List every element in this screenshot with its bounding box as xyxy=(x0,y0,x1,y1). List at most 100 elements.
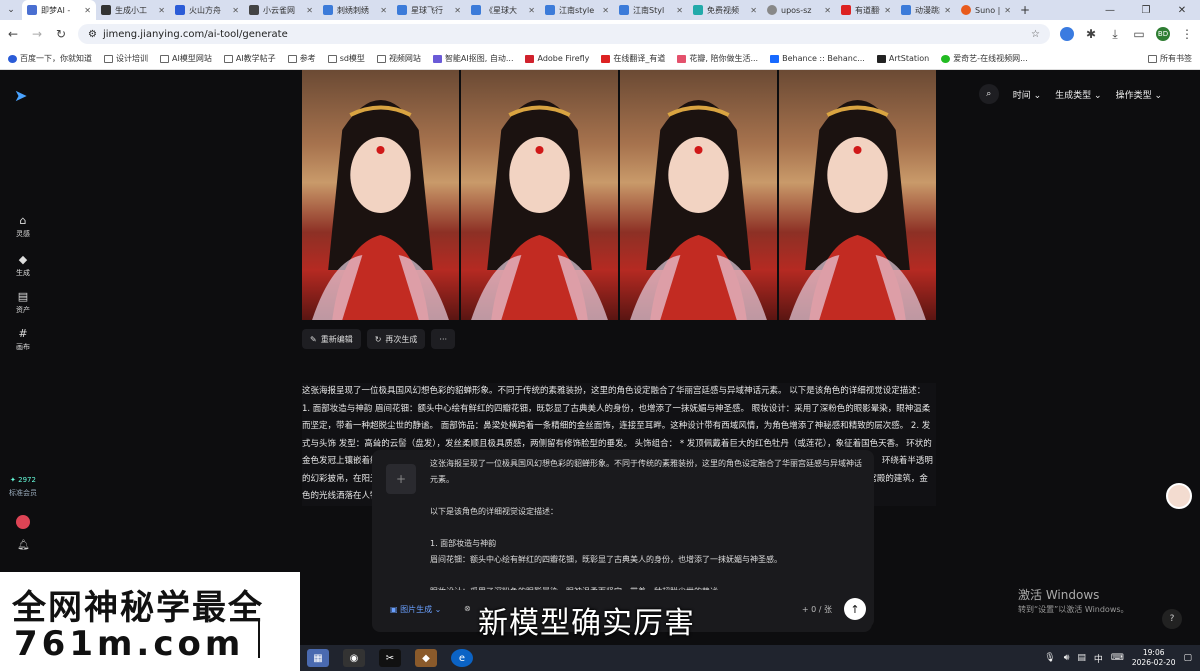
taskbar-app-icon[interactable]: ▦ xyxy=(307,649,329,667)
close-icon[interactable]: ✕ xyxy=(232,6,239,15)
tab-item[interactable]: 有道翻译 ✕ xyxy=(836,0,896,20)
send-button[interactable]: ↑ xyxy=(844,598,866,620)
tab-jimeng[interactable]: 即梦AI - ✕ xyxy=(22,0,96,20)
count-stepper[interactable]: + 0 / 张 xyxy=(802,604,832,615)
avatar[interactable] xyxy=(16,515,30,529)
bookmark-item[interactable]: 设计培训 xyxy=(104,53,148,64)
close-icon[interactable]: ✕ xyxy=(602,6,609,15)
bookmark-item[interactable]: 智能AI抠图, 自动... xyxy=(432,53,513,64)
network-icon[interactable]: ▤ xyxy=(1077,653,1086,663)
close-icon[interactable]: ✕ xyxy=(676,6,683,15)
reedit-button[interactable]: ✎ 重新编辑 xyxy=(302,329,361,349)
generated-image[interactable] xyxy=(461,70,618,320)
bookmark-item[interactable]: 视频网站 xyxy=(376,53,421,64)
bookmark-item[interactable]: sd模型 xyxy=(327,53,365,64)
back-icon[interactable]: ← xyxy=(6,27,20,41)
tab-item[interactable]: 《星球大 ✕ xyxy=(466,0,540,20)
membership-label[interactable]: 标准会员 xyxy=(0,488,46,498)
sidebar-item-canvas[interactable]: # 画布 xyxy=(0,327,46,352)
close-icon[interactable]: ✕ xyxy=(84,6,91,15)
bookmark-item[interactable]: 花瓣, 陪你做生活... xyxy=(677,53,758,64)
profile-avatar[interactable]: BD xyxy=(1156,27,1170,41)
site-info-icon[interactable]: ⚙ xyxy=(88,29,97,40)
volume-icon[interactable]: 🔊︎ xyxy=(1064,653,1070,663)
sidebar-item-inspiration[interactable]: ⌂ 灵感 xyxy=(0,214,46,239)
tab-item[interactable]: Suno | ✕ xyxy=(956,0,1016,20)
maximize-icon[interactable]: ❐ xyxy=(1128,0,1164,20)
mode-select[interactable]: ▣ 图片生成 ⌄ xyxy=(390,604,441,615)
model-select-icon[interactable]: ⊗ xyxy=(464,604,471,613)
tab-item[interactable]: 生成小工 ✕ xyxy=(96,0,170,20)
keyboard-icon[interactable]: ⌨ xyxy=(1111,653,1124,663)
download-icon[interactable]: ⤓ xyxy=(1108,27,1122,42)
taskbar-app-icon[interactable]: ◆ xyxy=(415,649,437,667)
bookmark-star-icon[interactable]: ☆ xyxy=(1031,29,1040,40)
more-button[interactable]: ··· xyxy=(431,329,456,349)
filter-gen-type[interactable]: 生成类型 ⌄ xyxy=(1055,88,1101,101)
tab-item[interactable]: 火山方舟 ✕ xyxy=(170,0,244,20)
close-icon[interactable]: ✕ xyxy=(750,6,757,15)
tab-item[interactable]: 江南style ✕ xyxy=(540,0,614,20)
close-icon[interactable]: ✕ xyxy=(454,6,461,15)
close-icon[interactable]: ✕ xyxy=(380,6,387,15)
bookmark-item[interactable]: AI模型网站 xyxy=(160,53,212,64)
tab-item[interactable]: 江南Styl ✕ xyxy=(614,0,688,20)
notification-icon[interactable]: ▢ xyxy=(1183,653,1192,663)
menu-kebab-icon[interactable]: ⋮ xyxy=(1180,27,1194,41)
close-icon[interactable]: ✕ xyxy=(158,6,165,15)
assistant-avatar[interactable] xyxy=(1166,483,1192,509)
capcut-icon[interactable]: ✂ xyxy=(379,649,401,667)
bookmark-item[interactable]: ArtStation xyxy=(876,54,929,63)
tab-item[interactable]: 免费视频 ✕ xyxy=(688,0,762,20)
tab-search-icon[interactable]: ⌄ xyxy=(0,0,22,20)
close-icon[interactable]: ✕ xyxy=(944,6,951,15)
tab-item[interactable]: 动漫跳舞 ✕ xyxy=(896,0,956,20)
sidebar-item-label: 资产 xyxy=(16,306,30,314)
edge-icon[interactable]: e xyxy=(451,649,473,667)
generated-image[interactable] xyxy=(779,70,936,320)
forward-icon[interactable]: → xyxy=(30,27,44,41)
help-icon[interactable]: ? xyxy=(1162,609,1182,629)
reload-icon[interactable]: ↻ xyxy=(54,27,68,41)
bookmark-item[interactable]: 参考 xyxy=(287,53,316,64)
new-tab-button[interactable]: + xyxy=(1016,0,1034,20)
close-icon[interactable]: ✕ xyxy=(824,6,831,15)
add-reference-icon[interactable]: + xyxy=(386,464,416,494)
bookmark-all[interactable]: 所有书签 xyxy=(1148,53,1192,64)
tab-item[interactable]: upos-sz ✕ xyxy=(762,0,836,20)
url-field[interactable]: ⚙ jimeng.jianying.com/ai-tool/generate ☆ xyxy=(78,24,1050,44)
minimize-icon[interactable]: — xyxy=(1092,0,1128,20)
close-icon[interactable]: ✕ xyxy=(528,6,535,15)
close-icon[interactable]: ✕ xyxy=(884,6,891,15)
system-clock[interactable]: 19:06 2026-02-20 xyxy=(1132,648,1176,668)
generated-image[interactable] xyxy=(620,70,777,320)
bookmark-item[interactable]: 爱奇艺-在线视频网... xyxy=(941,53,1028,64)
search-icon[interactable]: ⌕ xyxy=(978,84,999,104)
tab-item[interactable]: 小云雀网 ✕ xyxy=(244,0,318,20)
sidepanel-icon[interactable]: ▭ xyxy=(1132,27,1146,41)
taskbar-app-icon[interactable]: ◉ xyxy=(343,649,365,667)
close-icon[interactable]: ✕ xyxy=(306,6,313,15)
mic-icon[interactable]: 🎙︎ xyxy=(1044,653,1055,663)
filter-op-type[interactable]: 操作类型 ⌄ xyxy=(1116,88,1162,101)
tab-item[interactable]: 刺绣刺绣 ✕ xyxy=(318,0,392,20)
filter-time[interactable]: 时间 ⌄ xyxy=(1013,88,1041,101)
bell-icon[interactable]: 🔔︎ xyxy=(17,540,30,551)
ime-indicator[interactable]: 中 xyxy=(1094,652,1103,665)
extension-icon[interactable] xyxy=(1060,27,1074,41)
bookmark-item[interactable]: Adobe Firefly xyxy=(525,54,589,63)
extensions-puzzle-icon[interactable]: ✱ xyxy=(1084,27,1098,41)
sidebar-item-generate[interactable]: ◆ 生成 xyxy=(0,253,46,278)
sidebar-item-assets[interactable]: ▤ 资产 xyxy=(0,290,46,315)
bookmark-item[interactable]: Behance :: Behanc... xyxy=(770,54,865,63)
generated-image[interactable] xyxy=(302,70,459,320)
close-window-icon[interactable]: ✕ xyxy=(1164,0,1200,20)
jimeng-logo-icon[interactable]: ➤ xyxy=(14,86,27,105)
bookmark-item[interactable]: 在线翻译_有道 xyxy=(601,53,665,64)
credit-count[interactable]: ✦ 2972 xyxy=(0,476,46,484)
close-icon[interactable]: ✕ xyxy=(1004,6,1011,15)
bookmark-item[interactable]: 百度一下，你就知道 xyxy=(8,53,92,64)
regenerate-button[interactable]: ↻ 再次生成 xyxy=(366,329,426,349)
bookmark-item[interactable]: AI教学帖子 xyxy=(223,53,276,64)
tab-item[interactable]: 星球飞行 ✕ xyxy=(392,0,466,20)
